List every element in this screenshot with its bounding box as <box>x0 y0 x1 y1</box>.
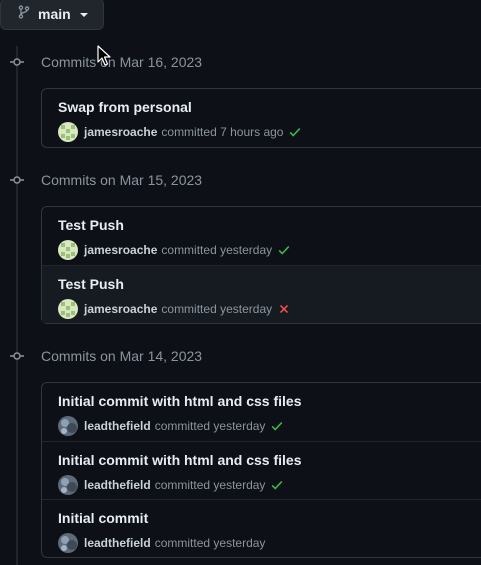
commit-group-title: Commits on Mar 14, 2023 <box>41 348 203 364</box>
commit-row[interactable]: Initial commit with html and css files l… <box>42 383 481 441</box>
commit-meta: jamesroache committed yesterday <box>58 240 291 260</box>
x-icon[interactable] <box>277 302 291 316</box>
commit-message-link[interactable]: Initial commit with html and css files <box>58 452 302 468</box>
commit-action: committed <box>161 243 217 257</box>
commit-meta: leadthefield committed yesterday <box>58 533 265 553</box>
commit-group-title: Commits on Mar 15, 2023 <box>41 172 203 188</box>
commit-group-list: Test Push jamesroache committed yesterda… <box>41 206 481 324</box>
mouse-cursor-icon <box>97 45 111 72</box>
commit-message-link[interactable]: Test Push <box>58 276 124 292</box>
avatar[interactable] <box>58 122 78 142</box>
commit-group-list: Initial commit with html and css files l… <box>41 382 481 558</box>
commit-time: yesterday <box>220 243 273 257</box>
commit-time: yesterday <box>213 419 266 433</box>
commit-time: yesterday <box>220 302 273 316</box>
commit-time: yesterday <box>213 536 266 550</box>
commit-action: committed <box>154 478 211 492</box>
check-icon[interactable] <box>277 243 291 257</box>
commit-author-link[interactable]: jamesroache <box>84 302 157 316</box>
git-commit-icon <box>9 172 25 188</box>
commit-action: committed <box>161 302 217 316</box>
commit-row[interactable]: Initial commit leadthefield committed ye… <box>42 499 481 557</box>
git-commit-icon <box>9 348 25 364</box>
commit-message-link[interactable]: Swap from personal <box>58 99 192 115</box>
commit-action: committed <box>154 536 211 550</box>
commit-meta: leadthefield committed yesterday <box>58 416 284 436</box>
commit-group-title: Commits on Mar 16, 2023 <box>41 54 203 70</box>
commit-author-link[interactable]: leadthefield <box>84 536 151 550</box>
branch-name: main <box>38 6 71 22</box>
commit-action: committed <box>161 125 217 139</box>
avatar[interactable] <box>58 416 78 436</box>
avatar[interactable] <box>58 299 78 319</box>
check-icon[interactable] <box>270 478 284 492</box>
commit-author-link[interactable]: leadthefield <box>84 419 151 433</box>
avatar[interactable] <box>58 533 78 553</box>
commit-author-link[interactable]: jamesroache <box>84 125 157 139</box>
git-commit-icon <box>9 54 25 70</box>
commit-time: yesterday <box>213 478 266 492</box>
commit-time: 7 hours ago <box>220 125 284 139</box>
commit-message-link[interactable]: Initial commit with html and css files <box>58 393 302 409</box>
branch-selector-button[interactable]: main <box>0 0 104 30</box>
chevron-down-icon <box>79 13 88 17</box>
commit-meta: jamesroache committed 7 hours ago <box>58 122 302 142</box>
commits-page: main Commits on Mar 16, 2023 Swap from p… <box>0 0 481 565</box>
commit-author-link[interactable]: jamesroache <box>84 243 157 257</box>
commit-message-link[interactable]: Test Push <box>58 217 124 233</box>
commit-row[interactable]: Test Push jamesroache committed yesterda… <box>42 265 481 323</box>
commit-group-list: Swap from personal jamesroache committed… <box>41 88 481 148</box>
avatar[interactable] <box>58 475 78 495</box>
avatar[interactable] <box>58 240 78 260</box>
commit-row[interactable]: Swap from personal jamesroache committed… <box>42 89 481 147</box>
commit-row[interactable]: Test Push jamesroache committed yesterda… <box>42 207 481 265</box>
commit-row[interactable]: Initial commit with html and css files l… <box>42 441 481 499</box>
commit-author-link[interactable]: leadthefield <box>84 478 151 492</box>
commit-action: committed <box>154 419 211 433</box>
git-branch-icon <box>17 4 31 24</box>
check-icon[interactable] <box>288 125 302 139</box>
timeline-line <box>16 46 18 565</box>
commit-meta: leadthefield committed yesterday <box>58 475 284 495</box>
commit-message-link[interactable]: Initial commit <box>58 510 148 526</box>
commit-meta: jamesroache committed yesterday <box>58 299 291 319</box>
check-icon[interactable] <box>270 419 284 433</box>
